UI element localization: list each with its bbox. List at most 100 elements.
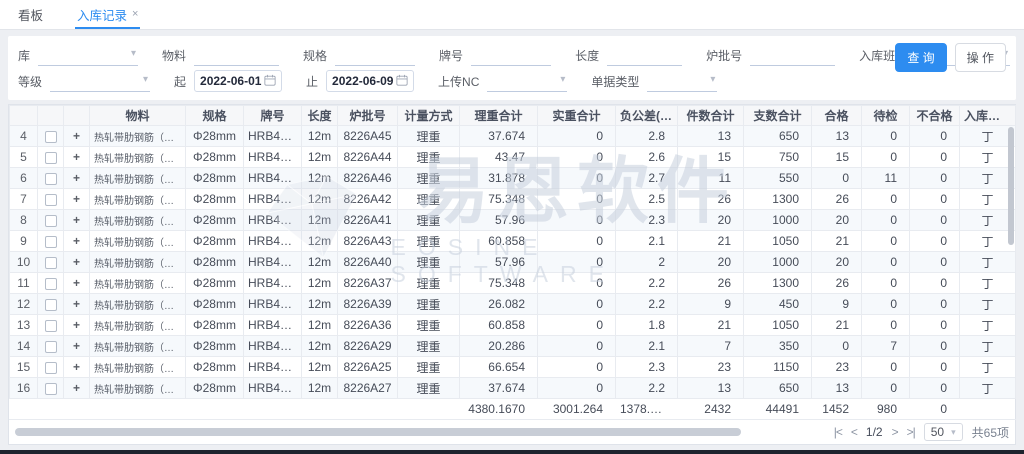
table-row[interactable]: 8+热轧带肋钢筋（抗震）Φ28mmHRB400E12m8226A41理重57.9… [10, 210, 1016, 231]
row-checkbox[interactable] [45, 152, 57, 164]
table-row[interactable]: 5+热轧带肋钢筋（抗震）Φ28mmHRB400E12m8226A44理重43.4… [10, 147, 1016, 168]
spec-input[interactable] [335, 44, 415, 66]
warehouse-select[interactable]: ▾ [38, 44, 138, 66]
row-checkbox[interactable] [45, 299, 57, 311]
cell-furnace-no: 8226A45 [338, 126, 398, 147]
table-row[interactable]: 11+热轧带肋钢筋（抗震）Φ28mmHRB400E12m8226A37理重75.… [10, 273, 1016, 294]
row-checkbox[interactable] [45, 215, 57, 227]
tab-inbound-records[interactable]: 入库记录 × [75, 0, 140, 29]
row-checkbox[interactable] [45, 383, 57, 395]
row-checkbox[interactable] [45, 194, 57, 206]
cell-unqualified: 0 [910, 315, 960, 336]
expand-icon[interactable]: + [68, 381, 85, 395]
cell-spec: Φ28mm [186, 378, 244, 399]
filter-label-spec: 规格 [303, 47, 327, 64]
expand-icon[interactable]: + [68, 318, 85, 332]
row-checkbox[interactable] [45, 131, 57, 143]
tab-dashboard[interactable]: 看板 [16, 0, 45, 29]
horizontal-scrollbar-thumb[interactable] [15, 428, 741, 436]
vertical-scrollbar-thumb[interactable] [1008, 127, 1014, 245]
pagination-page-indicator: 1/2 [866, 425, 883, 439]
cell-pieces-total: 13 [678, 126, 744, 147]
cell-material: 热轧带肋钢筋（抗震） [90, 315, 186, 336]
expand-icon[interactable]: + [68, 276, 85, 290]
table-row[interactable]: 12+热轧带肋钢筋（抗震）Φ28mmHRB400E12m8226A39理重26.… [10, 294, 1016, 315]
cell-actual-total: 0 [538, 252, 616, 273]
row-checkbox[interactable] [45, 257, 57, 269]
column-header-actual-total: 实重合计 [538, 106, 616, 126]
grade-select[interactable]: ▾ [50, 70, 150, 92]
expand-icon[interactable]: + [68, 255, 85, 269]
table-row[interactable]: 7+热轧带肋钢筋（抗震）Φ28mmHRB400E12m8226A42理重75.3… [10, 189, 1016, 210]
cell-qualified: 23 [812, 357, 862, 378]
cell-furnace-no: 8226A37 [338, 273, 398, 294]
date-from-date-input[interactable]: 2022-06-01 [194, 70, 282, 92]
cell-pieces-total: 11 [678, 168, 744, 189]
date-to-date-input[interactable]: 2022-06-09 [326, 70, 414, 92]
filter-item-furnace-no: 炉批号 [706, 44, 835, 66]
expand-icon[interactable]: + [68, 339, 85, 353]
row-checkbox[interactable] [45, 278, 57, 290]
cell-bars-total: 1000 [744, 210, 812, 231]
cell-length: 12m [302, 357, 338, 378]
expand-icon[interactable]: + [68, 234, 85, 248]
pagination-last-icon[interactable]: >| [907, 425, 915, 439]
upload-nc-select[interactable]: ▾ [487, 70, 567, 92]
row-index: 4 [10, 126, 38, 147]
row-checkbox[interactable] [45, 236, 57, 248]
cell-actual-total: 0 [538, 294, 616, 315]
table-row[interactable]: 13+热轧带肋钢筋（抗震）Φ28mmHRB400E12m8226A36理重60.… [10, 315, 1016, 336]
row-index: 9 [10, 231, 38, 252]
query-button[interactable]: 查 询 [895, 43, 946, 72]
row-checkbox[interactable] [45, 320, 57, 332]
cell-pending: 0 [862, 273, 910, 294]
table-row[interactable]: 16+热轧带肋钢筋（抗震）Φ28mmHRB400E12m8226A27理重37.… [10, 378, 1016, 399]
tab-bar: 看板 入库记录 × [0, 0, 1024, 30]
pagination-first-icon[interactable]: |< [834, 425, 842, 439]
row-checkbox[interactable] [45, 173, 57, 185]
expand-icon[interactable]: + [68, 213, 85, 227]
action-button[interactable]: 操 作 [955, 43, 1006, 72]
cell-brand: HRB400E [244, 252, 302, 273]
filter-item-doc-type: 单据类型▾ [591, 70, 717, 92]
length-input[interactable] [607, 44, 682, 66]
pagination-next-icon[interactable]: > [892, 425, 898, 439]
expand-icon[interactable]: + [68, 192, 85, 206]
cell-unqualified: 0 [910, 210, 960, 231]
row-checkbox[interactable] [45, 362, 57, 374]
expand-icon[interactable]: + [68, 360, 85, 374]
row-expand-cell: + [64, 231, 90, 252]
cell-team: 丁 [960, 252, 1016, 273]
chevron-down-icon: ▾ [951, 427, 956, 438]
cell-unqualified: 0 [910, 147, 960, 168]
expand-icon[interactable]: + [68, 297, 85, 311]
expand-icon[interactable]: + [68, 171, 85, 185]
row-index: 7 [10, 189, 38, 210]
table-row[interactable]: 6+热轧带肋钢筋（抗震）Φ28mmHRB400E12m8226A46理重31.8… [10, 168, 1016, 189]
expand-icon[interactable]: + [68, 129, 85, 143]
cell-brand: HRB400E [244, 189, 302, 210]
table-row[interactable]: 14+热轧带肋钢筋（抗震）Φ28mmHRB400E12m8226A29理重20.… [10, 336, 1016, 357]
table-row[interactable]: 4+热轧带肋钢筋（抗震）Φ28mmHRB400E12m8226A45理重37.6… [10, 126, 1016, 147]
cell-material: 热轧带肋钢筋（抗震） [90, 252, 186, 273]
cell-qualified: 13 [812, 378, 862, 399]
cell-pieces-total: 20 [678, 210, 744, 231]
material-input[interactable] [194, 44, 279, 66]
total-bars-total: 44491 [744, 399, 812, 420]
cell-bars-total: 650 [744, 126, 812, 147]
table-row[interactable]: 15+热轧带肋钢筋（抗震）Φ28mmHRB400E12m8226A25理重66.… [10, 357, 1016, 378]
furnace-no-input[interactable] [750, 44, 835, 66]
column-header-method: 计量方式 [398, 106, 460, 126]
pagination-prev-icon[interactable]: < [851, 425, 857, 439]
doc-type-select[interactable]: ▾ [647, 70, 717, 92]
tab-close-icon[interactable]: × [132, 9, 138, 20]
page-size-select[interactable]: 50 ▾ [924, 423, 963, 441]
horizontal-scrollbar[interactable] [15, 428, 741, 436]
table-row[interactable]: 10+热轧带肋钢筋（抗震）Φ28mmHRB400E12m8226A40理重57.… [10, 252, 1016, 273]
total-pending: 980 [862, 399, 910, 420]
expand-icon[interactable]: + [68, 150, 85, 164]
table-row[interactable]: 9+热轧带肋钢筋（抗震）Φ28mmHRB400E12m8226A43理重60.8… [10, 231, 1016, 252]
filter-label-material: 物料 [162, 47, 186, 64]
row-checkbox[interactable] [45, 341, 57, 353]
brand-input[interactable] [471, 44, 551, 66]
